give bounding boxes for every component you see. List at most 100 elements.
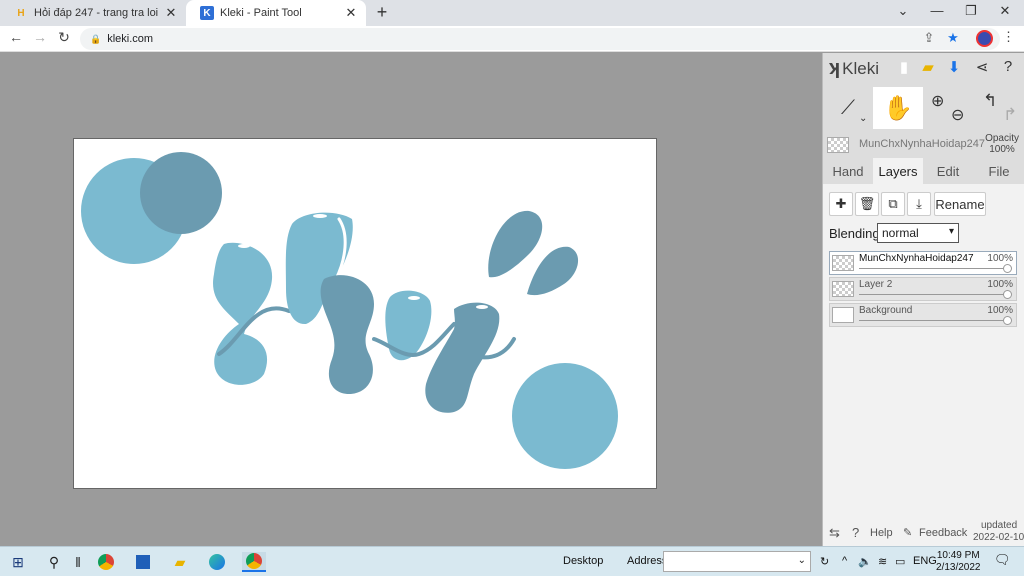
language-indicator[interactable]: ENG bbox=[913, 555, 937, 567]
zoom-in-icon[interactable]: ⊕ bbox=[931, 91, 944, 111]
duplicate-layer-button[interactable]: ⧉ bbox=[881, 192, 905, 216]
layer-opacity-knob[interactable] bbox=[1003, 316, 1012, 325]
chevron-down-icon[interactable]: ⌄ bbox=[859, 113, 867, 124]
lock-icon: 🔒 bbox=[90, 33, 102, 44]
tab-search-icon[interactable]: ⌄ bbox=[888, 3, 918, 19]
duplicate-icon: ⧉ bbox=[888, 196, 898, 211]
merge-down-icon: ⤓ bbox=[916, 196, 922, 211]
browser-menu-icon[interactable]: ⋮ bbox=[1002, 29, 1015, 45]
tab-layers[interactable]: Layers bbox=[873, 158, 923, 184]
windows-start-icon[interactable]: ⊞ bbox=[6, 552, 30, 572]
layer-item[interactable]: Background 100% bbox=[829, 303, 1017, 327]
layer-opacity: 100% bbox=[987, 305, 1013, 316]
share-icon[interactable]: ⋖ bbox=[971, 58, 993, 76]
browser-toolbar: ← → ↻ 🔒 kleki.com ⇪ ★ bbox=[0, 26, 1024, 52]
logo-text: Kleki bbox=[842, 58, 879, 78]
reload-button[interactable]: ↻ bbox=[54, 29, 74, 46]
chevron-down-icon[interactable]: ⌄ bbox=[798, 555, 806, 566]
hand-tool-button[interactable]: ✋ bbox=[873, 87, 923, 129]
taskbar-clock[interactable]: 10:49 PM 2/13/2022 bbox=[936, 550, 981, 574]
updated-label: updated bbox=[981, 520, 1018, 531]
layer-opacity-slider[interactable] bbox=[859, 268, 1009, 269]
layer-opacity-knob[interactable] bbox=[1003, 290, 1012, 299]
browser-tab-hoidap[interactable]: H Hỏi đáp 247 - trang tra loi ✕ bbox=[0, 0, 186, 26]
layer-opacity-slider[interactable] bbox=[859, 294, 1009, 295]
layer-opacity-slider[interactable] bbox=[859, 320, 1009, 321]
feedback-icon[interactable]: ✎ bbox=[903, 526, 912, 539]
layer-item[interactable]: MunChxNynhaHoidap247 100% bbox=[829, 251, 1017, 275]
notifications-icon[interactable]: 🗨 bbox=[994, 552, 1011, 568]
close-tab-icon[interactable]: ✕ bbox=[344, 6, 358, 20]
layer-thumbnail bbox=[827, 137, 849, 153]
back-button[interactable]: ← bbox=[6, 29, 26, 45]
new-tab-button[interactable]: + bbox=[372, 2, 392, 23]
add-layer-button[interactable]: ✚ bbox=[829, 192, 853, 216]
tab-title: Hỏi đáp 247 - trang tra loi bbox=[34, 7, 159, 19]
feedback-link[interactable]: Feedback bbox=[919, 527, 967, 539]
chrome-active-icon[interactable] bbox=[242, 552, 266, 572]
forward-button[interactable]: → bbox=[30, 29, 50, 45]
new-image-icon[interactable]: ▮ bbox=[893, 58, 915, 76]
chrome-icon[interactable] bbox=[94, 552, 118, 572]
brush-tool-button[interactable]: ⟋ ⌄ bbox=[823, 87, 873, 129]
layer-opacity: 100% bbox=[987, 253, 1013, 264]
open-folder-icon[interactable]: ▰ bbox=[917, 58, 939, 76]
browser-tab-kleki[interactable]: K Kleki - Paint Tool ✕ bbox=[186, 0, 366, 26]
minimize-button[interactable]: — bbox=[922, 3, 952, 18]
help-link[interactable]: Help bbox=[870, 527, 893, 539]
volume-icon[interactable]: 🔈 bbox=[858, 555, 872, 568]
taskbar-address-input[interactable]: ⌄ bbox=[663, 551, 811, 572]
merge-layer-button[interactable]: ⤓ bbox=[907, 192, 931, 216]
blending-value: normal bbox=[882, 226, 919, 240]
close-tab-icon[interactable]: ✕ bbox=[164, 6, 178, 20]
teardrop-shape bbox=[488, 210, 543, 278]
browser-tab-strip: H Hỏi đáp 247 - trang tra loi ✕ K Kleki … bbox=[0, 0, 1024, 26]
refresh-icon[interactable]: ↻ bbox=[820, 555, 829, 568]
profile-avatar[interactable] bbox=[976, 30, 993, 47]
tab-title: Kleki - Paint Tool bbox=[220, 7, 302, 19]
rename-layer-button[interactable]: Rename bbox=[934, 192, 986, 216]
swap-icon[interactable]: ⇆ bbox=[829, 525, 840, 541]
layer-item[interactable]: Layer 2 100% bbox=[829, 277, 1017, 301]
help-icon[interactable]: ? bbox=[997, 58, 1019, 75]
circle-shape bbox=[140, 152, 222, 234]
zoom-out-icon[interactable]: ⊖ bbox=[951, 105, 964, 125]
tool-row: ⟋ ⌄ ✋ ⊕ ⊖ ↰ ↱ bbox=[823, 87, 1024, 129]
highlight-shape bbox=[313, 214, 327, 218]
address-bar[interactable]: 🔒 kleki.com bbox=[80, 28, 1000, 50]
current-layer-info: MunChxNynhaHoidap247 Opacity 100% bbox=[823, 133, 1024, 157]
layer-opacity-knob[interactable] bbox=[1003, 264, 1012, 273]
tab-hand[interactable]: Hand bbox=[823, 158, 873, 184]
file-explorer-icon[interactable]: ▰ bbox=[168, 552, 192, 572]
desktop-toolbar-label[interactable]: Desktop bbox=[563, 555, 603, 567]
maximize-button[interactable]: ❐ bbox=[956, 3, 986, 19]
opacity-value: 100% bbox=[989, 144, 1015, 155]
layer-thumbnail bbox=[832, 281, 854, 297]
undo-icon[interactable]: ↰ bbox=[983, 91, 997, 111]
letter-s-shape bbox=[213, 242, 273, 385]
drawing-canvas[interactable] bbox=[74, 139, 656, 488]
task-view-icon[interactable]: ‖ bbox=[66, 552, 90, 572]
store-icon[interactable] bbox=[131, 552, 155, 572]
download-icon[interactable]: ⬇ bbox=[943, 58, 965, 76]
url-text: kleki.com bbox=[107, 33, 154, 45]
wifi-icon[interactable]: ≋ bbox=[878, 555, 887, 568]
panel-tabs: Hand Layers Edit File bbox=[823, 158, 1024, 184]
help-circle-icon[interactable]: ? bbox=[852, 525, 859, 540]
kleki-logo: ʞ Kleki bbox=[829, 57, 879, 80]
tray-chevron-icon[interactable]: ^ bbox=[842, 555, 847, 567]
hoidap-favicon-icon: H bbox=[17, 7, 25, 19]
battery-icon[interactable]: ▭ bbox=[895, 555, 905, 568]
redo-icon[interactable]: ↱ bbox=[1003, 105, 1017, 125]
tab-file[interactable]: File bbox=[973, 158, 1024, 184]
edge-icon[interactable] bbox=[205, 552, 229, 572]
canvas-workspace[interactable] bbox=[0, 53, 822, 546]
close-window-button[interactable]: ✕ bbox=[990, 3, 1020, 19]
bookmark-star-icon[interactable]: ★ bbox=[944, 30, 962, 46]
delete-layer-button[interactable]: 🗑 bbox=[855, 192, 879, 216]
search-icon[interactable]: ⚲ bbox=[42, 552, 66, 572]
tab-edit[interactable]: Edit bbox=[923, 158, 973, 184]
blending-select[interactable]: normal ▾ bbox=[877, 223, 959, 243]
trash-icon: 🗑 bbox=[858, 196, 876, 211]
share-icon[interactable]: ⇪ bbox=[920, 30, 938, 46]
